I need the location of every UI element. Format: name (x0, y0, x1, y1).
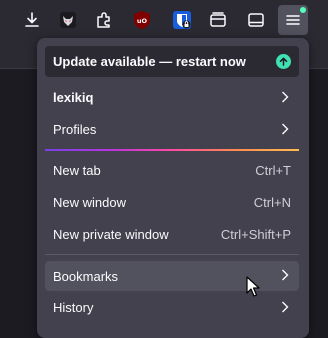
gradient-separator (45, 149, 299, 151)
update-arrow-icon (276, 54, 291, 69)
extensions-icon[interactable] (90, 6, 118, 34)
new-tab-shortcut: Ctrl+T (255, 163, 291, 178)
new-window-item[interactable]: New window Ctrl+N (45, 188, 299, 217)
svg-text:uO: uO (137, 17, 148, 25)
app-menu-button[interactable] (278, 5, 308, 35)
update-banner-button[interactable]: Update available — restart now (45, 46, 299, 77)
new-private-window-shortcut: Ctrl+Shift+P (220, 227, 291, 242)
account-name: lexikiq (53, 90, 94, 105)
container-icon[interactable] (204, 6, 232, 34)
new-window-label: New window (53, 195, 126, 210)
mouse-cursor-icon (246, 276, 260, 297)
bookmarks-item[interactable]: Bookmarks (45, 261, 299, 291)
download-icon[interactable] (18, 6, 46, 34)
app-menu-panel: Update available — restart now lexikiq P… (37, 38, 309, 338)
sidebar-icon[interactable] (242, 6, 270, 34)
chevron-right-icon (282, 123, 289, 135)
chevron-right-icon (282, 91, 289, 103)
menu-separator (45, 254, 299, 255)
update-notification-dot (300, 7, 306, 13)
history-label: History (53, 300, 94, 315)
app-menu-icon (286, 15, 300, 25)
chevron-right-icon (282, 301, 289, 313)
bitwarden-icon[interactable] (168, 6, 196, 34)
chevron-right-icon (282, 269, 289, 281)
fox-avatar-icon[interactable] (54, 6, 82, 34)
profiles-label: Profiles (53, 122, 97, 137)
new-private-window-item[interactable]: New private window Ctrl+Shift+P (45, 220, 299, 249)
browser-toolbar: uO (0, 0, 328, 40)
new-tab-label: New tab (53, 163, 101, 178)
history-item[interactable]: History (45, 293, 299, 322)
new-window-shortcut: Ctrl+N (253, 195, 291, 210)
update-banner-label: Update available — restart now (53, 54, 246, 69)
new-private-window-label: New private window (53, 227, 169, 242)
profiles-item[interactable]: Profiles (45, 115, 299, 144)
new-tab-item[interactable]: New tab Ctrl+T (45, 156, 299, 185)
bookmarks-label: Bookmarks (53, 268, 119, 284)
account-item[interactable]: lexikiq (45, 83, 299, 112)
ublock-icon[interactable]: uO (128, 6, 156, 34)
